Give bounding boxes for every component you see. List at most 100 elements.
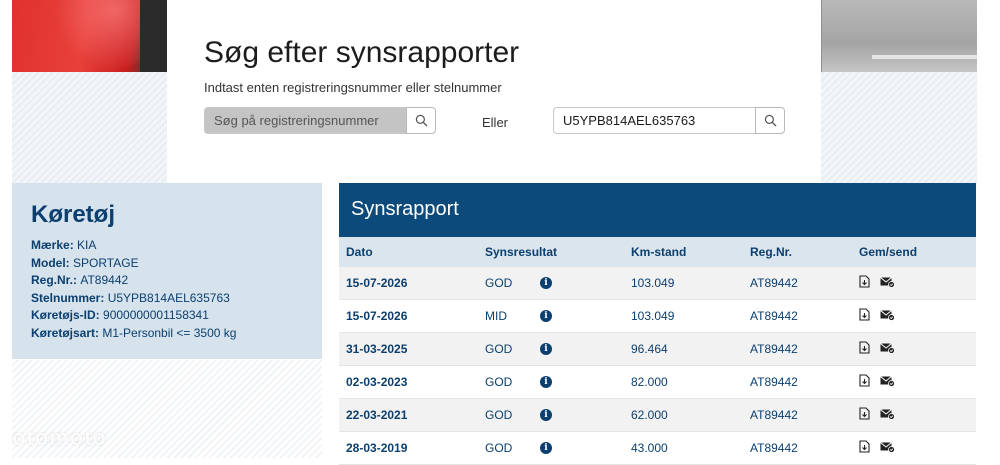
column-header-result: Synsresultat [478, 237, 624, 267]
info-icon[interactable]: i [540, 277, 552, 289]
download-file-icon[interactable] [859, 440, 870, 453]
row-reg: AT89442 [743, 267, 852, 300]
row-result-cell: GOD i [478, 431, 624, 465]
vin-search-input[interactable] [553, 107, 755, 134]
vehicle-field-key: Køretøjsart [31, 325, 96, 340]
download-file-icon[interactable] [859, 407, 870, 420]
table-row: 02-03-2023 GOD i 82.000 AT89442 [339, 365, 976, 399]
download-file-icon[interactable] [859, 341, 870, 354]
vehicle-field-separator: : [65, 255, 74, 270]
send-email-icon[interactable] [880, 276, 895, 288]
row-result-wrap: GOD i [485, 342, 617, 356]
send-email-icon[interactable] [880, 408, 895, 420]
vehicle-field-value: 9000000001158341 [103, 308, 209, 323]
row-result-cell: GOD i [478, 365, 624, 399]
row-reg: AT89442 [743, 299, 852, 333]
report-header-row: Dato Synsresultat Km-stand Reg.Nr. Gem/s… [339, 237, 976, 267]
row-result: GOD [485, 408, 513, 422]
vehicle-field-separator: : [69, 238, 78, 252]
search-icon [764, 114, 777, 127]
road-surface [822, 0, 977, 72]
row-result: GOD [485, 342, 513, 356]
report-table: Dato Synsresultat Km-stand Reg.Nr. Gem/s… [339, 237, 976, 465]
vehicle-fields: Mærke: KIA Model: SPORTAGE Reg.Nr.: AT8944… [31, 237, 303, 343]
info-icon[interactable]: i [540, 442, 552, 454]
download-file-icon[interactable] [859, 374, 870, 387]
row-date: 22-03-2021 [339, 398, 478, 432]
vin-search-box [553, 107, 785, 134]
row-actions [852, 267, 976, 300]
vehicle-panel: Køretøj Mærke: KIA Model: SPORTAGE Reg.Nr.… [12, 183, 322, 359]
vehicle-field-separator: : [95, 308, 104, 323]
table-row: 31-03-2025 GOD i 96.464 AT89442 [339, 332, 976, 366]
reg-search-input[interactable] [204, 107, 406, 134]
reg-search-button[interactable] [406, 107, 436, 134]
row-km: 103.049 [624, 267, 743, 300]
report-body: 15-07-2026 GOD i 103.049 AT89442 15-07-2026 MI… [339, 267, 976, 465]
row-actions [852, 365, 976, 399]
vehicle-field: Køretøjs-ID: 9000000001158341 [31, 307, 303, 325]
vehicle-field-value: U5YPB814AEL635763 [107, 290, 230, 305]
row-actions [852, 332, 976, 366]
or-label: Eller [482, 115, 509, 130]
row-result-cell: GOD i [478, 332, 624, 366]
info-icon[interactable]: i [540, 310, 552, 322]
row-reg: AT89442 [743, 332, 852, 366]
vehicle-field-key: Køretøjs-ID [31, 308, 96, 323]
vehicle-field-value: AT89442 [80, 273, 129, 288]
row-km: 62.000 [624, 398, 743, 432]
column-header-save-send: Gem/send [852, 237, 976, 267]
info-icon[interactable]: i [540, 376, 552, 388]
vehicle-field-separator: : [100, 290, 108, 305]
row-date: 15-07-2026 [339, 267, 478, 300]
row-result: GOD [485, 276, 513, 290]
row-result: GOD [485, 441, 513, 455]
table-row: 15-07-2026 GOD i 103.049 AT89442 [339, 267, 976, 300]
row-actions [852, 299, 976, 333]
send-email-icon[interactable] [880, 375, 895, 387]
info-icon[interactable]: i [540, 343, 552, 355]
row-reg: AT89442 [743, 365, 852, 399]
row-date: 15-07-2026 [339, 299, 478, 333]
info-icon[interactable]: i [540, 409, 552, 421]
report-title: Synsrapport [339, 183, 976, 237]
send-email-icon[interactable] [880, 441, 895, 453]
row-result: MID [485, 309, 507, 323]
row-date: 31-03-2025 [339, 332, 478, 366]
row-result-wrap: GOD i [485, 441, 617, 455]
vehicle-field-key: Model [31, 255, 66, 270]
row-result-cell: MID i [478, 299, 624, 333]
column-header-date: Dato [339, 237, 478, 267]
vehicle-field-value: SPORTAGE [73, 255, 139, 270]
row-km: 103.049 [624, 299, 743, 333]
table-row: 22-03-2021 GOD i 62.000 AT89442 [339, 398, 976, 432]
row-reg: AT89442 [743, 431, 852, 465]
report-panel: Synsrapport Dato Synsresultat Km-stand R… [339, 183, 976, 465]
row-actions [852, 398, 976, 432]
row-date: 02-03-2023 [339, 365, 478, 399]
row-result-cell: GOD i [478, 267, 624, 300]
table-row: 15-07-2026 MID i 103.049 AT89442 [339, 299, 976, 333]
vehicle-field: Reg.Nr.: AT89442 [31, 272, 303, 290]
vin-search-button[interactable] [755, 107, 785, 134]
download-file-icon[interactable] [859, 308, 870, 321]
row-result-cell: GOD i [478, 398, 624, 432]
column-header-km: Km-stand [624, 237, 743, 267]
vehicle-field: Stelnummer: U5YPB814AEL635763 [31, 290, 303, 308]
row-date: 28-03-2019 [339, 431, 478, 465]
table-row: 28-03-2019 GOD i 43.000 AT89442 [339, 431, 976, 465]
row-result-wrap: GOD i [485, 408, 617, 422]
send-email-icon[interactable] [880, 342, 895, 354]
search-subtitle: Indtast enten registreringsnummer eller … [204, 80, 502, 95]
vehicle-field-key: Stelnummer [31, 290, 101, 305]
search-panel: Søg efter synsrapporter Indtast enten re… [167, 0, 821, 184]
send-email-icon[interactable] [880, 309, 895, 321]
row-km: 82.000 [624, 365, 743, 399]
vehicle-field: Mærke: KIA [31, 237, 303, 255]
vehicle-field-value: M1-Personbil <= 3500 kg [102, 325, 237, 340]
column-header-reg: Reg.Nr. [743, 237, 852, 267]
watermark-logo: otomoto [12, 425, 107, 450]
road-line [872, 55, 977, 59]
row-result: GOD [485, 375, 513, 389]
download-file-icon[interactable] [859, 275, 870, 288]
